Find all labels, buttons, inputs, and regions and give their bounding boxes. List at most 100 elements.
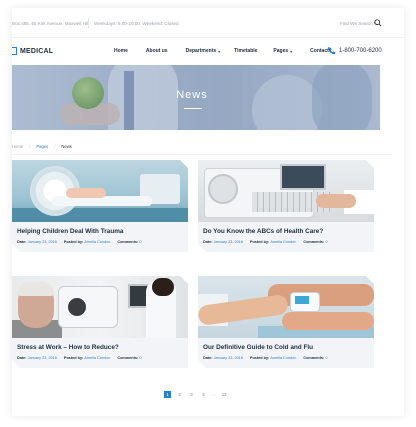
post-author[interactable]: Amelia Condon [270, 240, 296, 244]
page-title: News [176, 89, 208, 101]
news-card-title[interactable]: Our Definitive Guide to Cold and Flu [203, 344, 313, 351]
nav-item-timetable[interactable]: Timetable [234, 48, 257, 54]
hours-text: Weekdays: 8:00-20:00, Weekend: Closed [94, 21, 179, 26]
nav-item-label: Departments [185, 48, 217, 54]
page-last-button[interactable]: 12 [221, 391, 228, 398]
corner-cut [365, 276, 374, 285]
nav-item-pages[interactable]: Pages ▾ [273, 48, 292, 54]
chevron-down-icon: ▾ [218, 48, 221, 54]
nav-item-label: Pages [273, 48, 289, 54]
corner-cut [12, 359, 21, 369]
news-card-title[interactable]: Do You Know the ABCs of Health Care? [203, 228, 323, 235]
page-4-button[interactable]: 4 [200, 391, 207, 398]
post-author[interactable]: Amelia Condon [270, 356, 296, 360]
nav-item-label: Contact [310, 48, 329, 54]
news-card[interactable]: Our Definitive Guide to Cold and Flu Dat… [197, 276, 374, 369]
meta-label-author: Posted by: [63, 240, 84, 244]
search-icon[interactable] [374, 19, 382, 27]
news-card-meta: Date: January 23, 2016 Posted by: Amelia… [17, 356, 148, 360]
meta-label-author: Posted by: [63, 356, 84, 360]
nav-item-home[interactable]: Home [114, 48, 128, 54]
breadcrumb-current: News [61, 144, 72, 149]
corner-cut [179, 160, 188, 169]
image-detail [68, 298, 86, 316]
news-card[interactable]: Stress at Work – How to Reduce? Date: Ja… [12, 276, 188, 369]
chevron-down-icon: ▾ [290, 48, 293, 54]
image-detail [316, 194, 356, 208]
post-date[interactable]: January 23, 2016 [28, 240, 57, 244]
post-date[interactable]: January 23, 2016 [214, 240, 243, 244]
news-card-image[interactable] [12, 276, 188, 338]
corner-cut [365, 160, 374, 169]
news-card-title[interactable]: Helping Children Deal With Trauma [17, 228, 123, 235]
meta-label-comments: Comments: [117, 240, 139, 244]
image-detail [152, 278, 174, 296]
meta-label-comments: Comments: [303, 240, 325, 244]
hero-banner: News [12, 65, 380, 130]
post-comments[interactable]: 0 [139, 356, 141, 360]
post-author[interactable]: Amelia Condon [84, 356, 110, 360]
post-author[interactable]: Amelia Condon [84, 240, 110, 244]
meta-label-author: Posted by: [249, 240, 270, 244]
image-detail [208, 174, 238, 204]
image-detail [282, 312, 374, 330]
corner-cut [197, 243, 207, 253]
nav-item-departments[interactable]: Departments ▾ [186, 48, 221, 54]
breadcrumb-pages[interactable]: Pages [36, 144, 48, 149]
pagination: 1 2 3 4 ... 12 [164, 391, 228, 398]
post-comments[interactable]: 0 [325, 356, 327, 360]
title-underline [184, 108, 202, 109]
corner-cut [179, 276, 188, 285]
image-detail [295, 296, 309, 304]
meta-label-comments: Comments: [303, 356, 325, 360]
post-comments[interactable]: 0 [139, 240, 141, 244]
news-card-title[interactable]: Stress at Work – How to Reduce? [17, 344, 119, 351]
phone-number: 1-800-700-6200 [339, 48, 382, 54]
image-detail [280, 164, 326, 190]
corner-cut [197, 359, 207, 369]
logo-text: MEDICAL [20, 47, 54, 55]
top-info-bar: Box 485, 55 Kirk Avenue, Maxwell Hill We… [12, 8, 404, 38]
meta-label-comments: Comments: [117, 356, 139, 360]
nav-item-label: Timetable [234, 48, 258, 54]
post-comments[interactable]: 0 [325, 240, 327, 244]
news-card-image[interactable] [198, 276, 374, 338]
news-card-image[interactable] [198, 160, 374, 222]
news-card[interactable]: Helping Children Deal With Trauma Date: … [12, 160, 188, 253]
post-date[interactable]: January 23, 2016 [28, 356, 57, 360]
image-detail [18, 282, 54, 296]
nav-item-label: About us [145, 48, 168, 54]
news-card-meta: Date: January 23, 2016 Posted by: Amelia… [203, 356, 334, 360]
news-card-meta: Date: January 23, 2016 Posted by: Amelia… [203, 240, 334, 244]
pagination-ellipsis: ... [212, 392, 216, 397]
logo[interactable]: MEDICAL [12, 47, 53, 55]
divider [88, 18, 89, 28]
image-detail [58, 286, 118, 328]
phone-icon [328, 47, 336, 55]
page-frame: Box 485, 55 Kirk Avenue, Maxwell Hill We… [12, 8, 404, 416]
nav-item-label: Home [114, 48, 128, 54]
page-1-button[interactable]: 1 [164, 391, 171, 398]
page-2-button[interactable]: 2 [176, 391, 183, 398]
breadcrumb-separator: / [54, 144, 56, 149]
news-card[interactable]: Do You Know the ABCs of Health Care? Dat… [197, 160, 374, 253]
post-date[interactable]: January 23, 2016 [214, 356, 243, 360]
news-card-image[interactable] [12, 160, 188, 222]
logo-mark-icon [12, 47, 17, 55]
breadcrumb: Home / Pages / News [12, 144, 72, 149]
corner-cut [12, 243, 21, 253]
nav-item-contact[interactable]: Contact [310, 48, 329, 54]
divider [12, 154, 392, 155]
address-text: Box 485, 55 Kirk Avenue, Maxwell Hill [12, 21, 90, 26]
search-input[interactable]: Find We Search? [340, 21, 375, 26]
breadcrumb-separator: / [29, 144, 31, 149]
breadcrumb-home[interactable]: Home [12, 144, 23, 149]
main-navigation: MEDICAL Home About us Departments ▾ Timet… [12, 38, 404, 65]
nav-item-about-us[interactable]: About us [146, 48, 168, 54]
meta-label-author: Posted by: [249, 356, 270, 360]
phone-contact[interactable]: 1-800-700-6200 [328, 47, 382, 55]
page-3-button[interactable]: 3 [188, 391, 195, 398]
nav-menu: Home About us Departments ▾ Timetable Pag… [114, 48, 329, 54]
image-detail [66, 188, 106, 198]
news-card-meta: Date: January 23, 2016 Posted by: Amelia… [17, 240, 148, 244]
